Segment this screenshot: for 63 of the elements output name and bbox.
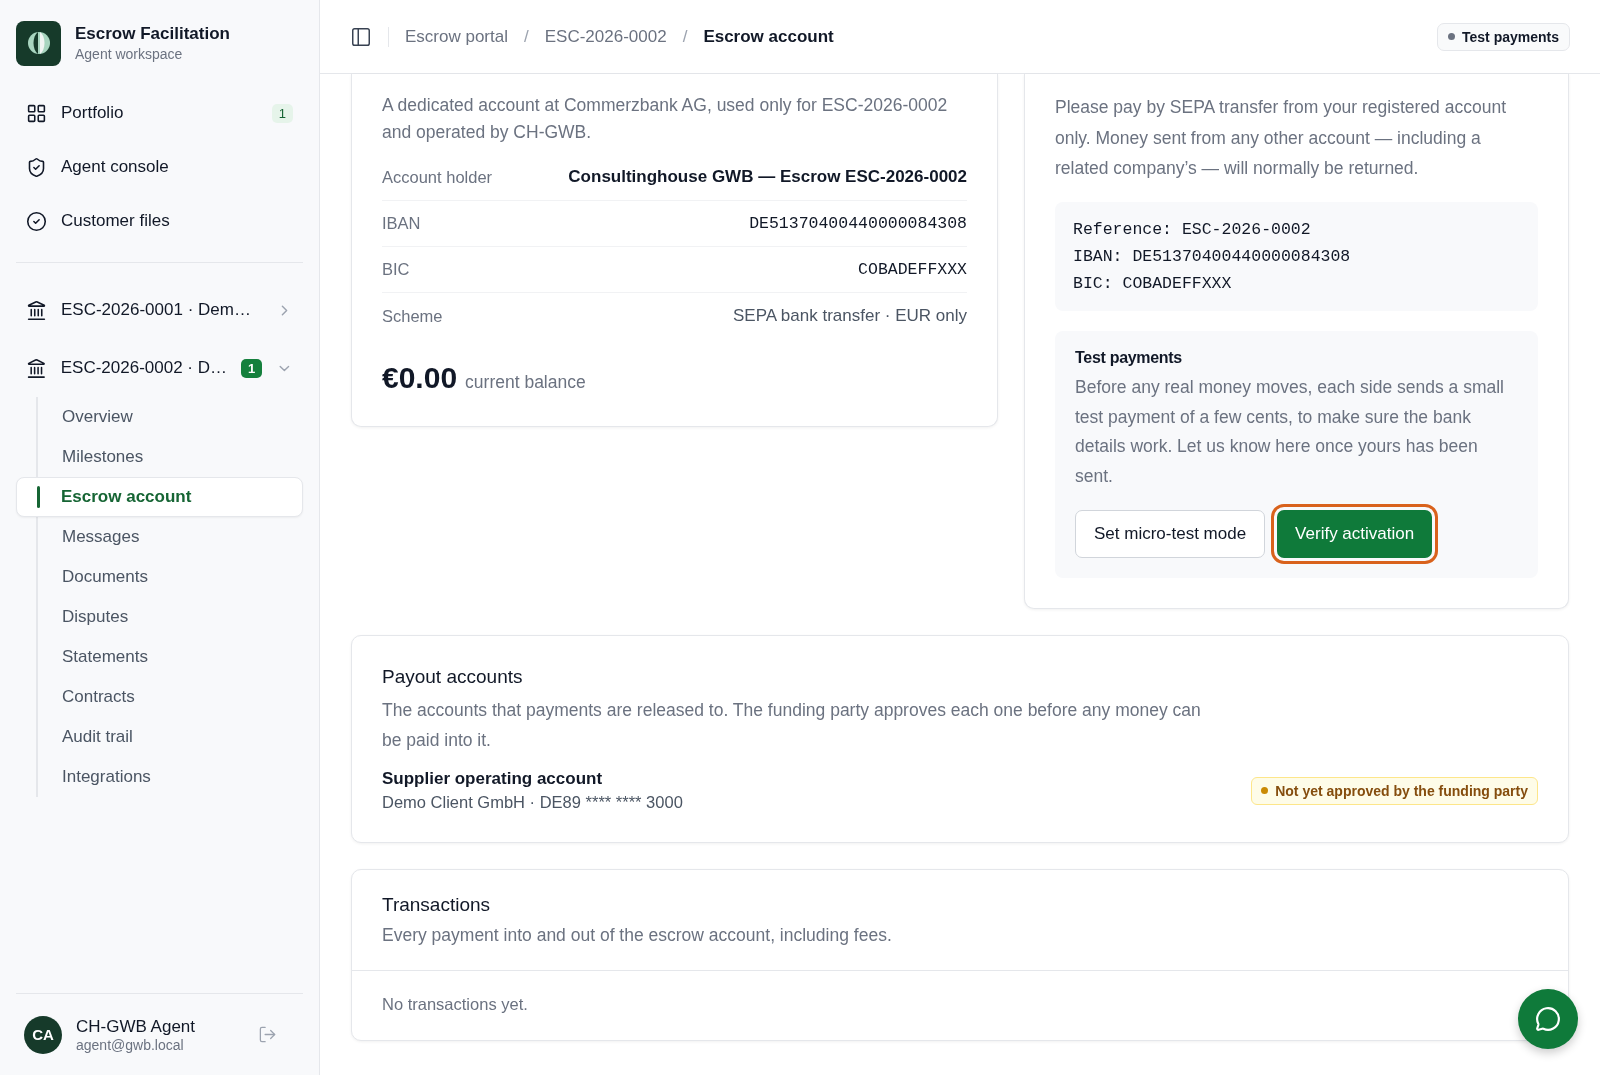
shield-icon xyxy=(26,156,47,178)
sub-nav-item[interactable]: Milestones xyxy=(38,437,303,477)
count-badge: 1 xyxy=(271,103,293,123)
sub-nav-item[interactable]: Statements xyxy=(38,637,303,677)
bank-icon xyxy=(26,357,47,379)
sub-nav-item[interactable]: Integrations xyxy=(38,757,303,797)
app-title: Escrow Facilitation xyxy=(75,24,230,44)
status-badge: Not yet approved by the funding party xyxy=(1251,776,1538,805)
balance-caption: current balance xyxy=(465,371,586,395)
card-description: The accounts that payments are released to. The funding party approves each one before any money can be paid into it. xyxy=(382,698,1202,752)
nav-item[interactable]: Customer files xyxy=(16,194,303,248)
count-badge: 1 xyxy=(241,358,263,378)
field-value: SEPA bank transfer · EUR only xyxy=(733,306,967,327)
breadcrumb-separator: / xyxy=(524,26,529,47)
panel-text: Before any real money moves, each side sends a small test payment of a few cents, to make sure the bank details work. Let us know here once yours has been sent. xyxy=(1075,375,1505,489)
user-email: agent@gwb.local xyxy=(76,1036,185,1053)
field-value: COBADEFFXXX xyxy=(858,260,967,280)
panel-title: Test payments xyxy=(1075,348,1183,367)
breadcrumb[interactable]: Escrow portal xyxy=(405,26,508,47)
card-description: Every payment into and out of the escrow account, including fees. xyxy=(382,924,893,948)
nav-item[interactable]: Agent console xyxy=(16,140,303,194)
avatar: CA xyxy=(24,1015,62,1054)
sidebar-toggle-icon[interactable] xyxy=(350,25,372,48)
balance-amount: €0.00 xyxy=(382,361,458,396)
sub-nav-item[interactable]: Documents xyxy=(38,557,303,597)
field-label: Scheme xyxy=(382,306,443,326)
breadcrumb[interactable]: Escrow account xyxy=(703,26,834,47)
field-value: DE51370400440000084308 xyxy=(749,214,967,234)
account-description: A dedicated account at Commerzbank AG, used only for ESC-2026-0002 and operated by CH-GWB. xyxy=(382,94,949,145)
breadcrumb[interactable]: ESC-2026-0002 xyxy=(544,26,667,47)
field-value: Consultinghouse GWB — Escrow ESC-2026-0002 xyxy=(568,167,967,188)
nav-item[interactable]: Portfolio 1 xyxy=(16,86,303,140)
account-detail: Demo Client GmbH · DE89 **** **** 3000 xyxy=(382,793,683,813)
app-subtitle: Agent workspace xyxy=(75,46,184,62)
mode-badge: Test payments xyxy=(1437,22,1570,51)
breadcrumb-separator: / xyxy=(682,26,688,47)
sub-nav-item[interactable]: Overview xyxy=(38,397,303,437)
sub-nav-item[interactable]: Messages xyxy=(38,517,303,557)
account-name: Supplier operating account xyxy=(382,769,604,790)
field-label: IBAN xyxy=(382,214,421,234)
mode-button[interactable]: Set micro-test mode xyxy=(1075,509,1266,558)
sub-nav-item[interactable]: Escrow account xyxy=(16,477,303,517)
funding-text: Please pay by SEPA transfer from your registered account only. Money sent from any other account — including a related company’s — will normally be returned. xyxy=(1055,96,1507,181)
grid-icon xyxy=(26,102,47,124)
user-name: CH-GWB Agent xyxy=(76,1016,196,1037)
card-title: Transactions xyxy=(382,894,492,917)
reference-line: Reference: ESC-2026-0002 xyxy=(1073,219,1312,239)
logo-icon xyxy=(16,20,61,66)
chat-button[interactable] xyxy=(1518,989,1578,1049)
sub-nav-item[interactable]: Audit trail xyxy=(38,717,303,757)
empty-message: No transactions yet. xyxy=(382,993,528,1015)
sub-nav-item[interactable]: Disputes xyxy=(38,597,303,637)
project-item[interactable]: ESC-2026-0001 · Dem… xyxy=(16,281,303,339)
sub-nav-item[interactable]: Contracts xyxy=(38,677,303,717)
bank-icon xyxy=(26,299,47,321)
reference-line: BIC: COBADEFFXXX xyxy=(1073,273,1233,293)
card-title: Payout accounts xyxy=(382,665,524,688)
field-label: BIC xyxy=(382,260,410,280)
check-circle-icon xyxy=(26,210,47,232)
field-label: Account holder xyxy=(382,167,493,187)
chat-icon xyxy=(1535,1006,1561,1032)
project-item[interactable]: ESC-2026-0002 · D… 1 xyxy=(16,339,303,397)
reference-line: IBAN: DE51370400440000084308 xyxy=(1073,246,1352,266)
